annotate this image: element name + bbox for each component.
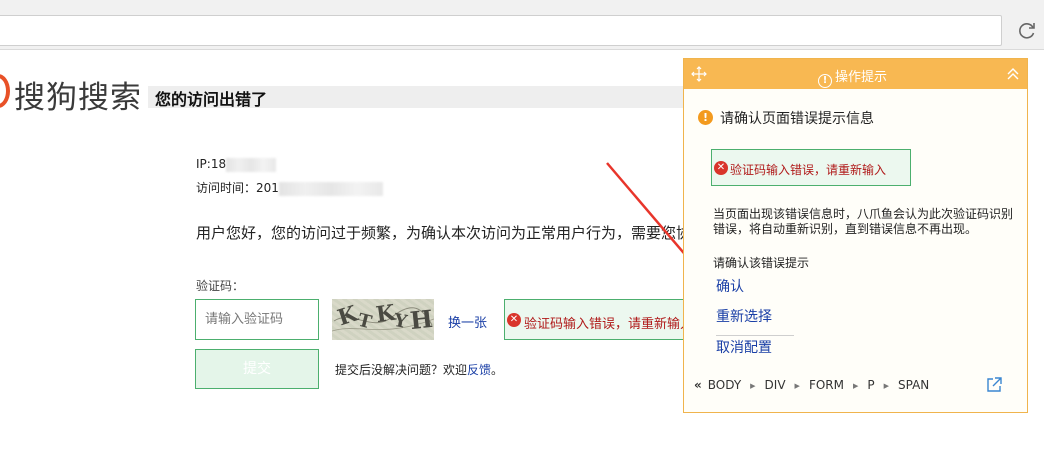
- cancel-config-option[interactable]: 取消配置: [716, 337, 772, 357]
- move-icon[interactable]: [691, 66, 707, 82]
- blurred-ip: [226, 157, 277, 172]
- reload-icon[interactable]: [1014, 18, 1040, 44]
- browser-toolbar: [0, 0, 1044, 50]
- triangle-right-icon: ▶: [750, 382, 756, 390]
- error-x-icon: ✕: [714, 161, 728, 175]
- captcha-image[interactable]: KTKYH: [332, 299, 434, 340]
- feedback-link[interactable]: 反馈: [467, 363, 491, 377]
- breadcrumb-div[interactable]: DIV: [765, 378, 786, 392]
- warning-icon: !: [698, 110, 713, 125]
- feedback-row: 提交后没解决问题？欢迎反馈。: [335, 361, 503, 378]
- feedback-prefix: 提交后没解决问题？欢迎: [335, 363, 468, 377]
- breadcrumb-p[interactable]: P: [867, 378, 874, 392]
- captcha-label: 验证码：: [196, 279, 245, 293]
- time-info: 访问时间：201: [196, 179, 383, 196]
- captcha-char: H: [408, 303, 434, 336]
- reselect-option[interactable]: 重新选择: [716, 306, 772, 326]
- blurred-time: [278, 181, 383, 196]
- sogou-logo-icon: [0, 74, 10, 108]
- preview-error-text: 验证码输入错误，请重新输入: [730, 163, 887, 177]
- element-breadcrumb: « BODY ▶ DIV ▶ FORM ▶ P ▶ SPAN: [694, 378, 929, 392]
- page-title: 您的访问出错了: [155, 90, 268, 109]
- triangle-right-icon: ▶: [852, 382, 859, 390]
- time-label: 访问时间：201: [196, 181, 279, 195]
- confirm-option[interactable]: 确认: [716, 276, 744, 296]
- breadcrumb-form[interactable]: FORM: [809, 378, 844, 392]
- double-chevron-left-icon[interactable]: «: [694, 378, 702, 392]
- sogou-logo: 搜狗搜索: [14, 80, 142, 116]
- warning-text: 请确认页面错误提示信息: [720, 111, 874, 127]
- panel-title-text: 操作提示: [835, 70, 888, 85]
- submit-button[interactable]: 提交: [195, 349, 319, 389]
- breadcrumb-body[interactable]: BODY: [708, 378, 741, 392]
- triangle-right-icon: ▶: [883, 382, 890, 390]
- error-preview-box: ✕ 验证码输入错误，请重新输入: [711, 149, 911, 186]
- panel-header[interactable]: ! 操作提示: [684, 59, 1027, 89]
- description-text: 当页面出现该错误信息时，八爪鱼会认为此次验证码识别错误，将自动重新识别，直到错误…: [713, 207, 1014, 236]
- option-divider: [716, 335, 794, 336]
- error-x-icon: ✕: [507, 313, 521, 327]
- swap-captcha-link[interactable]: 换一张: [448, 312, 487, 331]
- screen: 搜狗搜索 您的访问出错了 IP:18 访问时间：201 用户您好，您的访问过于频…: [0, 0, 1044, 466]
- double-chevron-up-icon[interactable]: [1006, 66, 1020, 82]
- ip-label: IP:18: [196, 157, 227, 171]
- address-bar[interactable]: [0, 15, 1002, 46]
- info-icon: !: [818, 74, 832, 88]
- breadcrumb-span[interactable]: SPAN: [898, 378, 929, 392]
- greeting-text: 用户您好，您的访问过于频繁，为确认本次访问为正常用户行为，需要您协助验证。: [196, 224, 686, 242]
- external-link-icon[interactable]: [985, 376, 1003, 394]
- triangle-right-icon: ▶: [794, 382, 800, 390]
- operation-hint-panel: ! 操作提示 ! 请确认页面错误提示信息 ✕ 验证码输入错误，请重新输入 当页面出…: [683, 58, 1028, 413]
- captcha-input[interactable]: [195, 299, 319, 340]
- error-message-box: ✕ 验证码输入错误，请重新输入: [504, 299, 704, 340]
- ip-info: IP:18: [196, 157, 277, 172]
- panel-title: ! 操作提示: [818, 66, 887, 88]
- error-message: 验证码输入错误，请重新输入: [524, 317, 694, 332]
- feedback-suffix: 。: [491, 363, 504, 377]
- confirm-question: 请确认该错误提示: [713, 256, 810, 270]
